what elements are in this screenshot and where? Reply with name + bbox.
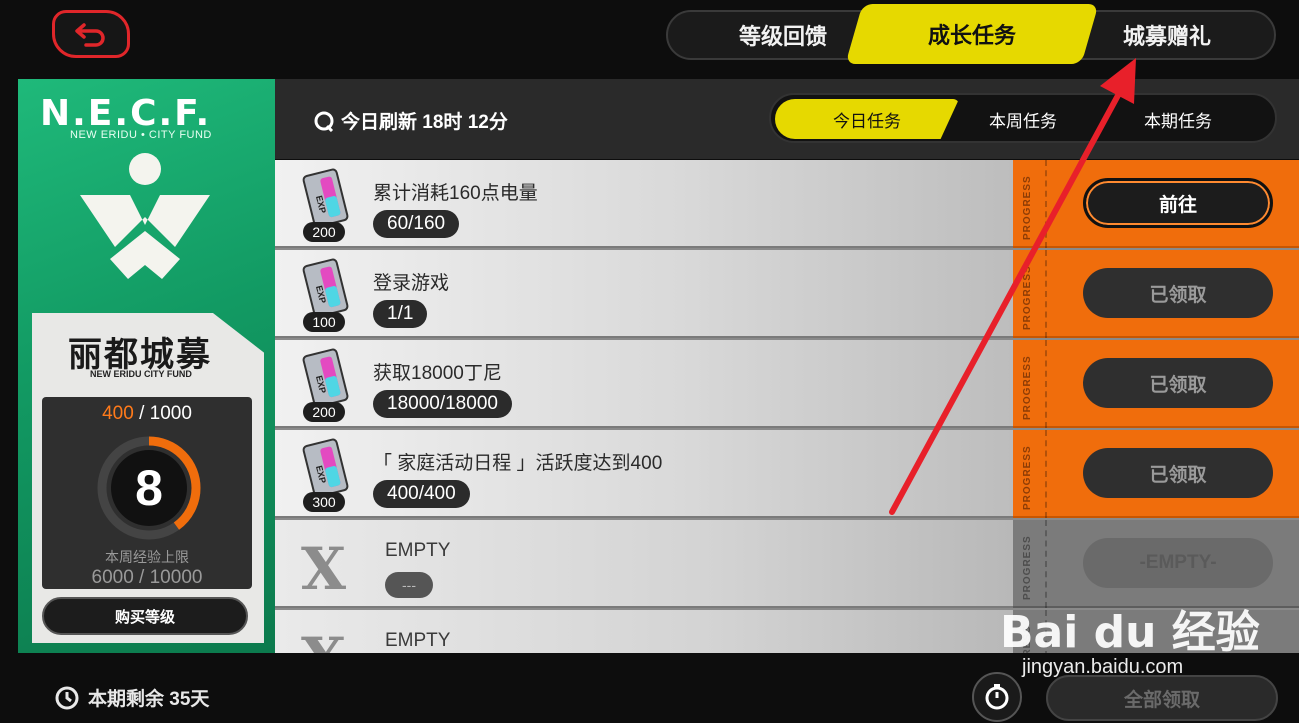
season-remaining-text: 本期剩余 35天 bbox=[88, 689, 210, 710]
empty-button: -EMPTY- bbox=[1083, 538, 1273, 588]
mission-info: EXP 100 登录游戏 1/1 bbox=[275, 250, 1013, 338]
mission-name: 累计消耗160点电量 bbox=[373, 183, 538, 204]
empty-mission-info: X EMPTY --- bbox=[275, 520, 1013, 608]
refresh-text: 今日刷新 18时 12分 bbox=[341, 112, 508, 133]
progress-strip: PROGRESS bbox=[1013, 160, 1047, 248]
tab-weekly-missions[interactable]: 本周任务 bbox=[947, 99, 1099, 139]
mission-progress: 400/400 bbox=[373, 480, 470, 508]
mission-progress: 60/160 bbox=[373, 210, 460, 238]
mission-action-area: PROGRESS 已领取 bbox=[1013, 340, 1299, 428]
weekly-exp-label: 本周经验上限 bbox=[105, 549, 189, 565]
progress-strip: PROGRESS bbox=[1013, 340, 1047, 428]
mission-name: 「 家庭活动日程 」活跃度达到400 bbox=[373, 453, 663, 474]
progress-label: PROGRESS bbox=[1022, 175, 1033, 240]
mission-info: EXP 300 「 家庭活动日程 」活跃度达到400 400/400 bbox=[275, 430, 1013, 518]
mission-name: 获取18000丁尼 bbox=[373, 363, 502, 384]
card-subtitle: NEW ERIDU CITY FUND bbox=[90, 369, 192, 379]
mission-progress: 1/1 bbox=[373, 300, 428, 328]
fund-card: 丽都城募 NEW ERIDU CITY FUND 400 / 1000 8 本周… bbox=[32, 313, 264, 643]
mission-info: EXP 200 累计消耗160点电量 60/160 bbox=[275, 160, 1013, 248]
mission-name: 登录游戏 bbox=[373, 273, 450, 294]
mission-header: 今日刷新 18时 12分 今日任务 本周任务 本期任务 bbox=[275, 79, 1299, 159]
progress-strip: PROGRESS bbox=[1013, 250, 1047, 338]
fund-panel: N.E.C.F. NEW ERIDU • CITY FUND 丽都城募 NEW … bbox=[18, 79, 275, 653]
necf-logo-title: N.E.C.F. bbox=[40, 93, 212, 134]
baidu-watermark: Bai du 经验 jingyan.baidu.com bbox=[1000, 584, 1299, 694]
reward-amount: 200 bbox=[303, 402, 345, 422]
mission-action-area: PROGRESS 已领取 bbox=[1013, 250, 1299, 338]
refresh-timer: 今日刷新 18时 12分 bbox=[313, 107, 508, 134]
mission-row: EXP 200 获取18000丁尼 18000/18000 PROGRESS 已… bbox=[275, 340, 1299, 428]
tab-growth-missions-label: 成长任务 bbox=[927, 23, 1016, 48]
progress-label: PROGRESS bbox=[1022, 355, 1033, 420]
season-remaining: 本期剩余 35天 bbox=[54, 684, 209, 711]
top-tab-bar: 等级回馈 成长任务 城募赠礼 bbox=[666, 4, 1276, 64]
tab-season-missions[interactable]: 本期任务 bbox=[1103, 99, 1253, 139]
tab-growth-missions[interactable]: 成长任务 bbox=[845, 4, 1099, 64]
reward-amount: 100 bbox=[303, 312, 345, 332]
progress-strip: PROGRESS bbox=[1013, 430, 1047, 518]
exp-total: / 1000 bbox=[139, 403, 192, 424]
weekly-exp-value: 6000 / 10000 bbox=[91, 567, 203, 588]
necf-logo-subtitle: NEW ERIDU • CITY FUND bbox=[70, 129, 212, 141]
mission-row: EXP 100 登录游戏 1/1 PROGRESS 已领取 bbox=[275, 250, 1299, 338]
empty-mission-name: EMPTY bbox=[385, 540, 451, 561]
level-number: 8 bbox=[135, 460, 163, 516]
claimed-button[interactable]: 已领取 bbox=[1083, 358, 1273, 408]
claimed-button[interactable]: 已领取 bbox=[1083, 268, 1273, 318]
mission-list: EXP 200 累计消耗160点电量 60/160 PROGRESS 前往 EX… bbox=[275, 160, 1299, 653]
reward-amount: 200 bbox=[303, 222, 345, 242]
empty-progress-pill: --- bbox=[385, 572, 433, 598]
exp-current: 400 bbox=[102, 403, 134, 424]
mission-action-area: PROGRESS 前往 bbox=[1013, 160, 1299, 248]
watermark-brand: Bai du 经验 bbox=[1000, 607, 1260, 658]
mission-period-tabs: 今日任务 本周任务 本期任务 bbox=[769, 93, 1277, 143]
back-button[interactable] bbox=[52, 10, 130, 58]
tab-daily-missions[interactable]: 今日任务 bbox=[775, 99, 959, 139]
progress-label: PROGRESS bbox=[1022, 265, 1033, 330]
level-box: 400 / 1000 8 本周经验上限 6000 / 10000 bbox=[42, 397, 252, 589]
mission-action-area: PROGRESS 已领取 bbox=[1013, 430, 1299, 518]
watermark-url: jingyan.baidu.com bbox=[1022, 656, 1184, 678]
tab-fund-gifts[interactable]: 城募赠礼 bbox=[1072, 12, 1262, 58]
empty-mission-name: EMPTY bbox=[385, 630, 451, 651]
exp-readout: 400 / 1000 bbox=[42, 403, 252, 425]
necf-emblem-icon bbox=[80, 153, 210, 279]
back-arrow-icon bbox=[75, 23, 105, 47]
empty-mission-info: X EMPTY bbox=[275, 610, 1013, 653]
empty-x-icon: X bbox=[301, 630, 346, 653]
mission-row: EXP 200 累计消耗160点电量 60/160 PROGRESS 前往 bbox=[275, 160, 1299, 248]
mission-info: EXP 200 获取18000丁尼 18000/18000 bbox=[275, 340, 1013, 428]
progress-label: PROGRESS bbox=[1022, 445, 1033, 510]
claimed-button[interactable]: 已领取 bbox=[1083, 448, 1273, 498]
go-button[interactable]: 前往 bbox=[1083, 178, 1273, 228]
clock-icon bbox=[55, 686, 79, 709]
buy-level-button[interactable]: 购买等级 bbox=[42, 597, 248, 635]
reward-amount: 300 bbox=[303, 492, 345, 512]
refresh-icon bbox=[314, 111, 334, 132]
mission-row: EXP 300 「 家庭活动日程 」活跃度达到400 400/400 PROGR… bbox=[275, 430, 1299, 518]
mission-progress: 18000/18000 bbox=[373, 390, 512, 418]
empty-x-icon: X bbox=[301, 535, 347, 603]
